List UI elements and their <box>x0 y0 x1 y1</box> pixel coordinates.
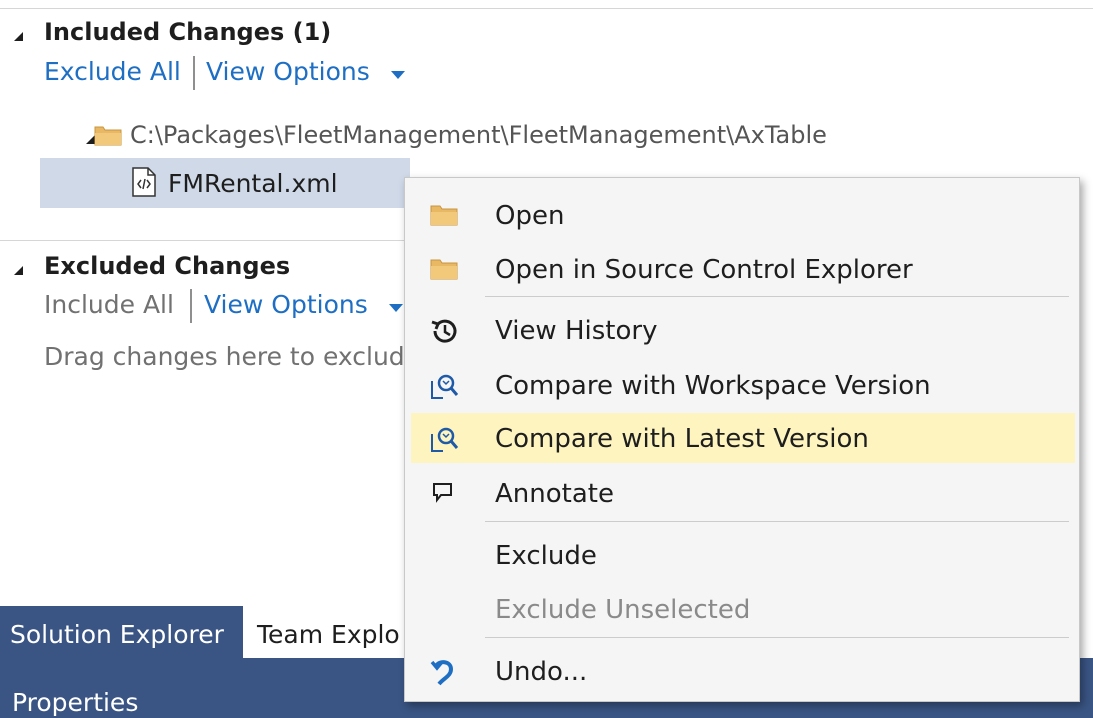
excluded-view-options-chevron-down-icon[interactable] <box>389 304 403 312</box>
menu-item-label: Exclude Unselected <box>495 595 751 625</box>
undo-icon <box>429 658 459 686</box>
menu-item-label: Open in Source Control Explorer <box>495 255 913 285</box>
included-changes-title: Included Changes (1) <box>44 18 332 46</box>
menu-item-exclude-unselected: Exclude Unselected <box>405 584 1079 634</box>
collapse-excluded-triangle-icon[interactable] <box>14 266 23 275</box>
excluded-view-options-link[interactable]: View Options <box>204 290 368 319</box>
menu-item-label: Annotate <box>495 479 614 509</box>
menu-item-label: Open <box>495 201 565 231</box>
menu-item-label: View History <box>495 316 658 346</box>
annotate-icon <box>429 480 459 508</box>
view-options-chevron-down-icon[interactable] <box>391 71 405 79</box>
link-separator <box>193 56 195 90</box>
context-menu: Open Open in Source Control Explorer Vie… <box>404 177 1080 702</box>
include-all-link[interactable]: Include All <box>44 290 174 319</box>
menu-item-undo[interactable]: Undo... <box>405 646 1079 696</box>
exclude-all-link[interactable]: Exclude All <box>44 57 181 86</box>
menu-item-open-in-source-control-explorer[interactable]: Open in Source Control Explorer <box>405 244 1079 294</box>
menu-item-compare-workspace[interactable]: Compare with Workspace Version <box>405 360 1079 410</box>
menu-item-compare-latest[interactable]: Compare with Latest Version <box>411 413 1075 463</box>
menu-item-annotate[interactable]: Annotate <box>405 468 1079 518</box>
folder-icon <box>429 256 459 284</box>
tab-solution-explorer[interactable]: Solution Explorer <box>0 606 243 658</box>
menu-item-exclude[interactable]: Exclude <box>405 530 1079 580</box>
folder-path-label: C:\Packages\FleetManagement\FleetManagem… <box>130 121 827 149</box>
menu-item-label: Exclude <box>495 541 597 571</box>
menu-separator <box>485 521 1069 522</box>
menu-item-open[interactable]: Open <box>405 190 1079 240</box>
compare-icon <box>429 425 459 453</box>
collapse-included-triangle-icon[interactable] <box>14 32 23 41</box>
menu-item-label: Compare with Latest Version <box>495 424 869 454</box>
folder-icon <box>429 202 459 230</box>
folder-icon <box>94 124 122 146</box>
link-separator <box>190 289 192 323</box>
menu-item-label: Compare with Workspace Version <box>495 371 931 401</box>
compare-icon <box>429 372 459 400</box>
excluded-changes-title: Excluded Changes <box>44 252 291 280</box>
file-name-label[interactable]: FMRental.xml <box>168 169 338 198</box>
history-icon <box>429 317 459 345</box>
menu-item-view-history[interactable]: View History <box>405 305 1079 355</box>
xml-file-icon <box>132 167 156 197</box>
menu-item-label: Undo... <box>495 657 588 687</box>
excluded-hint-text: Drag changes here to exclud <box>44 342 405 371</box>
section-divider <box>0 240 410 241</box>
menu-separator <box>485 296 1069 297</box>
tab-team-explorer[interactable]: Team Explo <box>243 606 413 658</box>
menu-separator <box>485 637 1069 638</box>
view-options-link[interactable]: View Options <box>206 57 370 86</box>
top-divider <box>0 8 1093 9</box>
